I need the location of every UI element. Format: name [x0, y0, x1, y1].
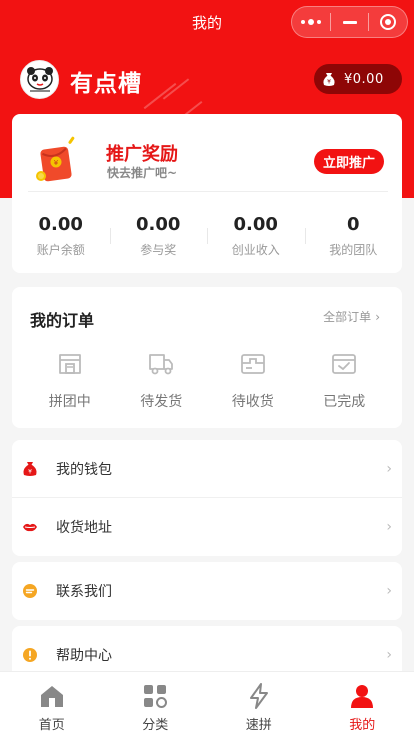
- promote-now-button[interactable]: 立即推广: [314, 149, 384, 174]
- chevron-right-icon: ›: [386, 519, 392, 535]
- orders-card: 我的订单 全部订单 › 拼团中 待发货 待收货 已完成: [12, 287, 402, 428]
- mini-program-capsule: [291, 6, 408, 38]
- stat-value: 0.00: [233, 214, 278, 235]
- username: 有点槽: [70, 71, 142, 97]
- stat-business-income[interactable]: 0.00 创业收入: [207, 214, 305, 258]
- more-button[interactable]: [292, 7, 330, 37]
- all-orders-link[interactable]: 全部订单 ›: [323, 308, 380, 325]
- stat-label: 创业收入: [231, 243, 280, 257]
- stats-row: 0.00 账户余额 0.00 参与奖 0.00 创业收入 0 我的团队: [12, 214, 402, 258]
- stat-label: 参与奖: [140, 243, 177, 257]
- order-status-grouping[interactable]: 拼团中: [24, 349, 116, 411]
- user-icon: [351, 685, 374, 708]
- menu-item-wallet[interactable]: ¥ 我的钱包 ›: [12, 440, 402, 498]
- order-status-label: 拼团中: [48, 394, 91, 410]
- divider: [28, 191, 388, 192]
- stat-label: 账户余额: [36, 243, 85, 257]
- chevron-right-icon: ›: [386, 583, 392, 599]
- stat-my-team[interactable]: 0 我的团队: [304, 214, 403, 258]
- avatar[interactable]: [20, 60, 59, 99]
- chevron-right-icon: ›: [386, 461, 392, 477]
- menu-label: 联系我们: [56, 584, 112, 600]
- promo-title: 推广奖励: [106, 144, 178, 165]
- menu-item-address[interactable]: 收货地址 ›: [12, 498, 402, 556]
- all-orders-label: 全部订单: [323, 310, 372, 324]
- tab-label: 速拼: [245, 718, 272, 733]
- tab-home[interactable]: 首页: [0, 672, 104, 736]
- more-dots-icon: [300, 19, 321, 25]
- order-status-label: 待发货: [140, 394, 183, 410]
- chevron-right-icon: ›: [375, 309, 380, 324]
- svg-text:¥: ¥: [54, 159, 59, 167]
- menu-group-contact: 联系我们 ›: [12, 562, 402, 620]
- tab-mine[interactable]: 我的: [311, 672, 414, 736]
- order-status-to-ship[interactable]: 待发货: [116, 349, 208, 411]
- target-close-icon: [380, 14, 397, 30]
- panda-logo-icon: [26, 66, 53, 92]
- order-status-to-receive[interactable]: 待收货: [207, 349, 299, 411]
- close-button[interactable]: [369, 7, 407, 37]
- tab-label: 分类: [142, 718, 169, 733]
- order-status-row: 拼团中 待发货 待收货 已完成: [24, 349, 390, 411]
- help-icon: [22, 647, 38, 663]
- tab-category[interactable]: 分类: [104, 672, 208, 736]
- grid-icon: [144, 685, 168, 708]
- chevron-right-icon: ›: [386, 647, 392, 663]
- home-icon: [40, 686, 63, 707]
- money-bag-icon: ¥: [323, 73, 335, 86]
- shop-icon: [58, 354, 81, 374]
- package-icon: [240, 354, 265, 374]
- promo-subtitle: 快去推广吧~: [107, 166, 178, 180]
- order-status-label: 已完成: [323, 394, 366, 410]
- orders-title: 我的订单: [30, 311, 95, 330]
- tab-label: 我的: [349, 718, 376, 733]
- stat-account-balance[interactable]: 0.00 账户余额: [12, 214, 110, 258]
- tab-quick-group[interactable]: 速拼: [207, 672, 311, 736]
- bottom-tabbar: 首页 分类 速拼 我的: [0, 671, 414, 736]
- svg-text:¥: ¥: [327, 79, 331, 86]
- stat-value: 0: [346, 214, 360, 235]
- order-status-label: 待收货: [231, 394, 274, 410]
- menu-label: 收货地址: [56, 520, 112, 536]
- tab-label: 首页: [38, 718, 65, 733]
- menu-label: 帮助中心: [56, 648, 112, 664]
- menu-label: 我的钱包: [56, 462, 112, 478]
- promo-card: ¥ 推广奖励 快去推广吧~ 立即推广 0.00 账户余额 0.00 参与奖 0.…: [12, 114, 402, 273]
- menu-group-primary: ¥ 我的钱包 › 收货地址 ›: [12, 440, 402, 556]
- lightning-icon: [249, 683, 268, 709]
- minimize-icon: [342, 20, 357, 24]
- menu-item-contact[interactable]: 联系我们 ›: [12, 562, 402, 620]
- stat-participation-reward[interactable]: 0.00 参与奖: [109, 214, 208, 258]
- chat-bubble-icon: [22, 583, 38, 599]
- wallet-balance-pill[interactable]: ¥ ¥0.00: [314, 64, 402, 94]
- stat-value: 0.00: [136, 214, 181, 235]
- done-box-icon: [332, 354, 357, 374]
- red-envelope-icon: ¥: [32, 134, 86, 190]
- truck-icon: [149, 354, 174, 375]
- stat-value: 0.00: [38, 214, 83, 235]
- wallet-amount: ¥0.00: [344, 71, 384, 87]
- order-status-completed[interactable]: 已完成: [299, 349, 391, 411]
- lips-icon: [22, 519, 38, 535]
- svg-text:¥: ¥: [28, 469, 32, 476]
- wallet-bag-icon: ¥: [22, 461, 38, 477]
- stat-label: 我的团队: [329, 243, 378, 257]
- minimize-button[interactable]: [331, 7, 369, 37]
